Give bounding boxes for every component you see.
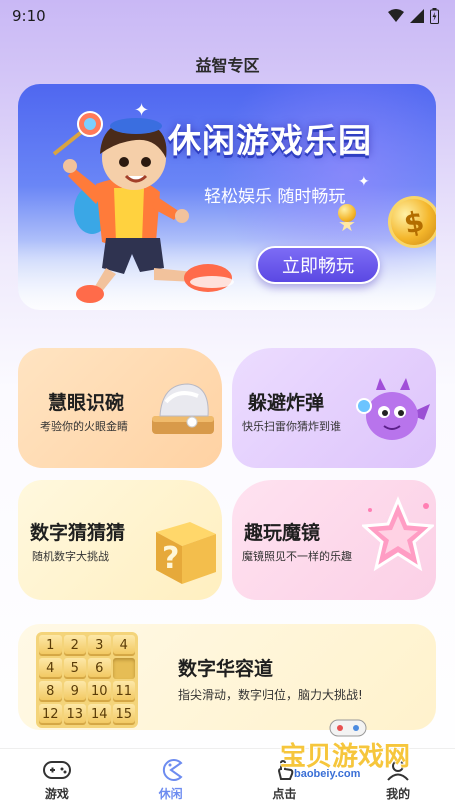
game-card-bowl[interactable]: 慧眼识碗 考验你的火眼金睛 [18, 348, 222, 468]
puzzle-tile: 4 [39, 658, 62, 679]
puzzle-tile: 1 [39, 635, 62, 656]
puzzle-tile: 8 [39, 681, 62, 702]
wifi-icon [388, 9, 404, 22]
page-title: 益智专区 [195, 56, 260, 75]
card-desc: 快乐扫雷你猜炸到谁 [242, 420, 341, 433]
status-time: 9:10 [12, 7, 46, 25]
sparkle-icon: ✦ [358, 174, 370, 190]
promo-banner[interactable]: ✦ ✦ ★ 休闲游戏乐园 轻松娱乐 随时畅玩 $ 立即畅玩 [18, 84, 436, 310]
game-card-guess-number[interactable]: 数字猜猜猜 随机数字大挑战 ? [18, 480, 222, 600]
sliding-puzzle-icon: 1 2 3 4 4 5 6 8 9 10 11 12 13 14 15 [36, 632, 138, 728]
signal-icon [410, 9, 424, 23]
puzzle-tile: 14 [88, 704, 111, 725]
status-bar: 9:10 [0, 0, 455, 32]
puzzle-tile: 10 [88, 681, 111, 702]
banner-subtitle: 轻松娱乐 随时畅玩 [204, 187, 346, 207]
status-icons [388, 8, 439, 24]
battery-icon [430, 8, 439, 24]
pacman-icon [162, 759, 183, 781]
card-title: 慧眼识碗 [48, 392, 125, 414]
puzzle-tile: 15 [112, 704, 135, 725]
puzzle-tile: 9 [63, 681, 86, 702]
game-card-bomb[interactable]: 躲避炸弹 快乐扫雷你猜炸到谁 [232, 348, 436, 468]
puzzle-tile: 2 [63, 635, 86, 656]
question-mark: ? [162, 541, 179, 576]
puzzle-tile: 3 [88, 635, 111, 656]
tab-label: 休闲 [158, 787, 183, 801]
banner-title: 休闲游戏乐园 [168, 121, 372, 160]
mystery-box-icon: ? [156, 522, 216, 584]
star-mirror-icon [362, 496, 434, 572]
coin-icon [338, 204, 356, 222]
card-title: 数字猜猜猜 [30, 522, 126, 544]
game-card-magic-mirror[interactable]: 趣玩魔镜 魔镜照见不一样的乐趣 [232, 480, 436, 600]
tab-label: 游戏 [44, 787, 69, 801]
bowl-icon [152, 383, 214, 434]
puzzle-tile: 12 [39, 704, 62, 725]
tab-casual[interactable]: 休闲 [114, 749, 228, 809]
card-desc: 魔镜照见不一样的乐趣 [242, 550, 352, 563]
card-desc: 考验你的火眼金睛 [40, 420, 128, 433]
puzzle-tile: 11 [112, 681, 135, 702]
puzzle-tile: 13 [63, 704, 86, 725]
puzzle-tile: 4 [112, 635, 135, 656]
card-title: 躲避炸弹 [248, 392, 325, 414]
card-desc: 指尖滑动，数字归位，脑力大挑战! [178, 688, 363, 702]
game-card-number-puzzle[interactable]: 1 2 3 4 4 5 6 8 9 10 11 12 13 14 15 数字华容… [18, 624, 436, 730]
puzzle-tile: 5 [63, 658, 86, 679]
card-desc: 随机数字大挑战 [32, 550, 109, 563]
watermark-url: baobeiy.com [294, 768, 361, 780]
tab-games[interactable]: 游戏 [0, 749, 114, 809]
play-now-button[interactable]: 立即畅玩 [256, 246, 380, 284]
card-title: 趣玩魔镜 [244, 522, 321, 544]
purple-monster-icon [356, 378, 430, 440]
puzzle-tile: 6 [88, 658, 111, 679]
gamepad-icon [42, 761, 71, 779]
card-title: 数字华容道 [178, 658, 274, 680]
site-watermark: 宝贝游戏网 baobeiy.com [280, 716, 440, 796]
puzzle-empty-slot [112, 658, 135, 679]
